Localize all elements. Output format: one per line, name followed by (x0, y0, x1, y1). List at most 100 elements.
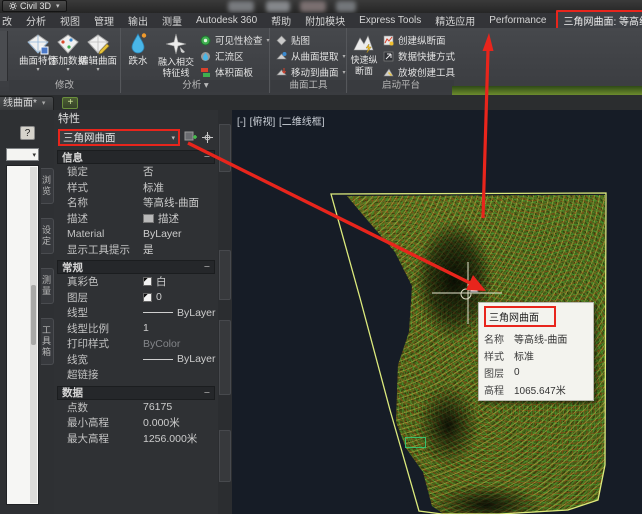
prop-row-max-elevation[interactable]: 最大高程1256.000米 (57, 431, 215, 447)
surface-tools-buttons: 贴图 从曲面提取▾ 移动到曲面 ▾ (276, 32, 346, 80)
panel-launch-pad: 快速纵断面 创建纵断面 数据快捷方式 放坡创建工具 启动平台 (348, 28, 454, 93)
section-general: 常规 − 真彩色白 图层0 线型ByLayer 线型比例1 打印样式ByColo… (57, 260, 215, 383)
button-label: 汇流区 (215, 49, 244, 63)
toggle-pickadd-icon[interactable] (184, 131, 197, 144)
toolspace-tab-survey[interactable]: 测量 (41, 268, 54, 304)
button-label: 移动到曲面 (291, 65, 339, 79)
prop-row-description[interactable]: 描述描述 (57, 211, 215, 227)
side-tab[interactable] (219, 250, 231, 300)
toolspace-tab-toolbox[interactable]: 工具箱 (41, 318, 54, 365)
gear-icon (9, 2, 17, 10)
chevron-down-icon: ▾ (343, 69, 346, 76)
section-title: 信息 (62, 150, 83, 165)
prop-row-plot-style[interactable]: 打印样式ByColor (57, 336, 215, 352)
drawing-tab-active[interactable]: 线曲面* ▾ (0, 96, 54, 110)
object-type-dropdown[interactable]: 三角网曲面 ▾ (58, 129, 180, 146)
section-header-data[interactable]: 数据 − (57, 386, 215, 400)
surface-mesh-icon (85, 32, 111, 56)
chevron-down-icon: ▾ (71, 68, 125, 73)
edit-surface-button[interactable]: 编辑曲面▾ (71, 31, 125, 73)
prop-row-lineweight[interactable]: 线宽ByLayer (57, 352, 215, 368)
visual-style-control[interactable]: [二维线框] (279, 117, 325, 128)
chevron-down-icon: ▾ (56, 2, 60, 10)
ribbon-tab-featured-apps[interactable]: 精选应用 (428, 12, 482, 29)
section-header-information[interactable]: 信息 − (57, 150, 215, 164)
ribbon-tab-survey[interactable]: 测量 (155, 12, 189, 29)
toolspace-tab-prospector[interactable]: 浏览 (41, 168, 54, 204)
collapse-icon[interactable]: − (204, 387, 210, 399)
ribbon-tab-express-tools[interactable]: Express Tools (352, 14, 428, 27)
ribbon-tab-autodesk360[interactable]: Autodesk 360 (189, 14, 264, 27)
prop-row-hyperlink[interactable]: 超链接 (57, 367, 215, 383)
visibility-check-button[interactable]: 可见性检查▾ (200, 32, 270, 48)
toolspace-tabs: 浏览 设定 测量 工具箱 (41, 168, 54, 508)
viewport-controls: [-] [俯视] [二维线框] (237, 113, 326, 128)
collapse-icon[interactable]: − (204, 261, 210, 273)
toolspace-tree[interactable] (6, 165, 39, 505)
extract-from-surface-button[interactable]: 从曲面提取▾ (276, 48, 346, 64)
side-tab[interactable] (219, 124, 231, 172)
toolspace-tab-settings[interactable]: 设定 (41, 218, 54, 254)
catchment-icon (200, 51, 211, 62)
tooltip-row-layer: 图层0 (484, 364, 588, 381)
ribbon-tab-view[interactable]: 视图 (53, 12, 87, 29)
prop-row-style[interactable]: 样式标准 (57, 180, 215, 196)
feature-line-star-icon (164, 32, 188, 56)
panel-surface-tools: 贴图 从曲面提取▾ 移动到曲面▾ 曲面工具 (271, 28, 347, 93)
toolspace-scrollbar[interactable] (30, 167, 37, 503)
description-icon (143, 214, 154, 223)
ribbon-tab-addins[interactable]: 附加模块 (298, 12, 352, 29)
prop-row-show-tooltips[interactable]: 显示工具提示是 (57, 242, 215, 258)
ribbon-tab-output[interactable]: 输出 (121, 12, 155, 29)
prop-row-name[interactable]: 名称等高线-曲面 (57, 195, 215, 211)
ribbon-green-strip (452, 86, 642, 95)
prop-row-linetype-scale[interactable]: 线型比例1 (57, 321, 215, 337)
drape-image-button[interactable]: 贴图 (276, 32, 346, 48)
workspace-switcher[interactable]: Civil 3D ▾ (2, 0, 67, 12)
prop-row-material[interactable]: MaterialByLayer (57, 226, 215, 242)
toolspace-combo[interactable]: ▾ (6, 148, 39, 161)
move-to-surface-button[interactable]: 移动到曲面 ▾ (276, 64, 346, 80)
section-header-general[interactable]: 常规 − (57, 260, 215, 274)
button-label: 融入相交特征线 (154, 57, 198, 78)
merge-feature-lines-button[interactable]: 融入相交特征线 (154, 31, 198, 78)
water-drop-button[interactable]: 跌水 (122, 31, 154, 68)
view-control[interactable]: [俯视] (250, 117, 276, 128)
grading-tools-button[interactable]: 放坡创建工具 (383, 64, 455, 80)
color-swatch (143, 277, 152, 286)
ribbon-tab-analysis[interactable]: 分析 (19, 12, 53, 29)
catchment-button[interactable]: 汇流区 (200, 48, 270, 64)
collapse-icon[interactable]: − (204, 151, 210, 163)
blurred-qat-icon (336, 1, 356, 12)
panel-label-analysis[interactable]: 分析 ▾ (122, 80, 269, 92)
viewport-menu-control[interactable]: [-] (237, 117, 246, 128)
prop-row-linetype[interactable]: 线型ByLayer (57, 305, 215, 321)
drape-icon (276, 35, 287, 46)
prop-row-point-count[interactable]: 点数76175 (57, 400, 215, 416)
ribbon-tab-help[interactable]: 帮助 (264, 12, 298, 29)
panel-label-launch-pad: 启动平台 (348, 80, 454, 92)
prop-row-min-elevation[interactable]: 最小高程0.000米 (57, 415, 215, 431)
quick-select-icon[interactable] (201, 131, 214, 144)
ribbon-tab-performance[interactable]: Performance (482, 14, 553, 27)
scrollbar-thumb[interactable] (31, 285, 36, 345)
prop-row-locked[interactable]: 锁定否 (57, 164, 215, 180)
chevron-down-icon: ▾ (42, 97, 46, 111)
section-data: 数据 − 点数76175 最小高程0.000米 最大高程1256.000米 (57, 386, 215, 447)
panel-analysis: 跌水 融入相交特征线 可见性检查▾ 汇流区 体积面板 (122, 28, 270, 93)
prop-row-layer[interactable]: 图层0 (57, 290, 215, 306)
ribbon-tab-partial[interactable]: 改 (0, 12, 19, 29)
side-tab[interactable] (219, 320, 231, 395)
data-shortcuts-button[interactable]: 数据快捷方式 (383, 48, 455, 64)
ribbon-button-clipped[interactable] (0, 31, 8, 81)
chevron-down-icon: ▾ (32, 151, 36, 159)
model-viewport[interactable]: [-] [俯视] [二维线框] 三角网曲面 名称等高线-曲面 样式标准 图层0 … (232, 110, 642, 514)
ribbon-tab-manage[interactable]: 管理 (87, 12, 121, 29)
new-drawing-tab-button[interactable]: + (62, 97, 78, 109)
quick-profile-button[interactable]: 快速纵断面 (348, 31, 380, 76)
prop-row-true-color[interactable]: 真彩色白 (57, 274, 215, 290)
help-button[interactable]: ? (20, 126, 35, 140)
create-profile-button[interactable]: 创建纵断面 (383, 32, 455, 48)
volumes-dashboard-button[interactable]: 体积面板 (200, 64, 270, 80)
side-tab[interactable] (219, 430, 231, 482)
